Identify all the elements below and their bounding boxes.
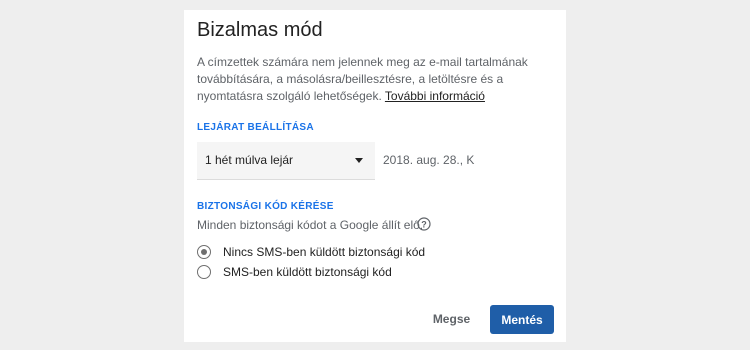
- svg-text:?: ?: [421, 220, 427, 230]
- save-button[interactable]: Mentés: [490, 305, 554, 334]
- dialog-description: A címzettek számára nem jelennek meg az …: [197, 54, 562, 105]
- dialog-title: Bizalmas mód: [197, 19, 323, 41]
- radio-button-checked[interactable]: [197, 245, 211, 259]
- expiry-select-value: 1 hét múlva lejár: [205, 153, 294, 167]
- confidential-mode-dialog: Bizalmas mód A címzettek számára nem jel…: [184, 10, 566, 342]
- caret-down-icon: [355, 158, 363, 163]
- expiry-section-label: LEJÁRAT BEÁLLÍTÁSA: [197, 122, 314, 133]
- radio-option-no-sms[interactable]: Nincs SMS-ben küldött biztonsági kód: [197, 244, 425, 260]
- radio-option-sms[interactable]: SMS-ben küldött biztonsági kód: [197, 264, 392, 280]
- radio-button-unchecked[interactable]: [197, 265, 211, 279]
- radio-label-sms: SMS-ben küldött biztonsági kód: [223, 265, 392, 279]
- radio-label-no-sms: Nincs SMS-ben küldött biztonsági kód: [223, 245, 426, 259]
- help-icon[interactable]: ?: [417, 217, 431, 231]
- security-code-description: Minden biztonsági kódot a Google állít e…: [197, 218, 424, 232]
- expiry-select[interactable]: 1 hét múlva lejár: [197, 142, 375, 180]
- cancel-button[interactable]: Megse: [419, 305, 484, 333]
- security-code-section-label: BIZTONSÁGI KÓD KÉRÉSE: [197, 201, 334, 212]
- expiry-date: 2018. aug. 28., K: [383, 153, 475, 167]
- more-info-link[interactable]: További információ: [385, 89, 485, 103]
